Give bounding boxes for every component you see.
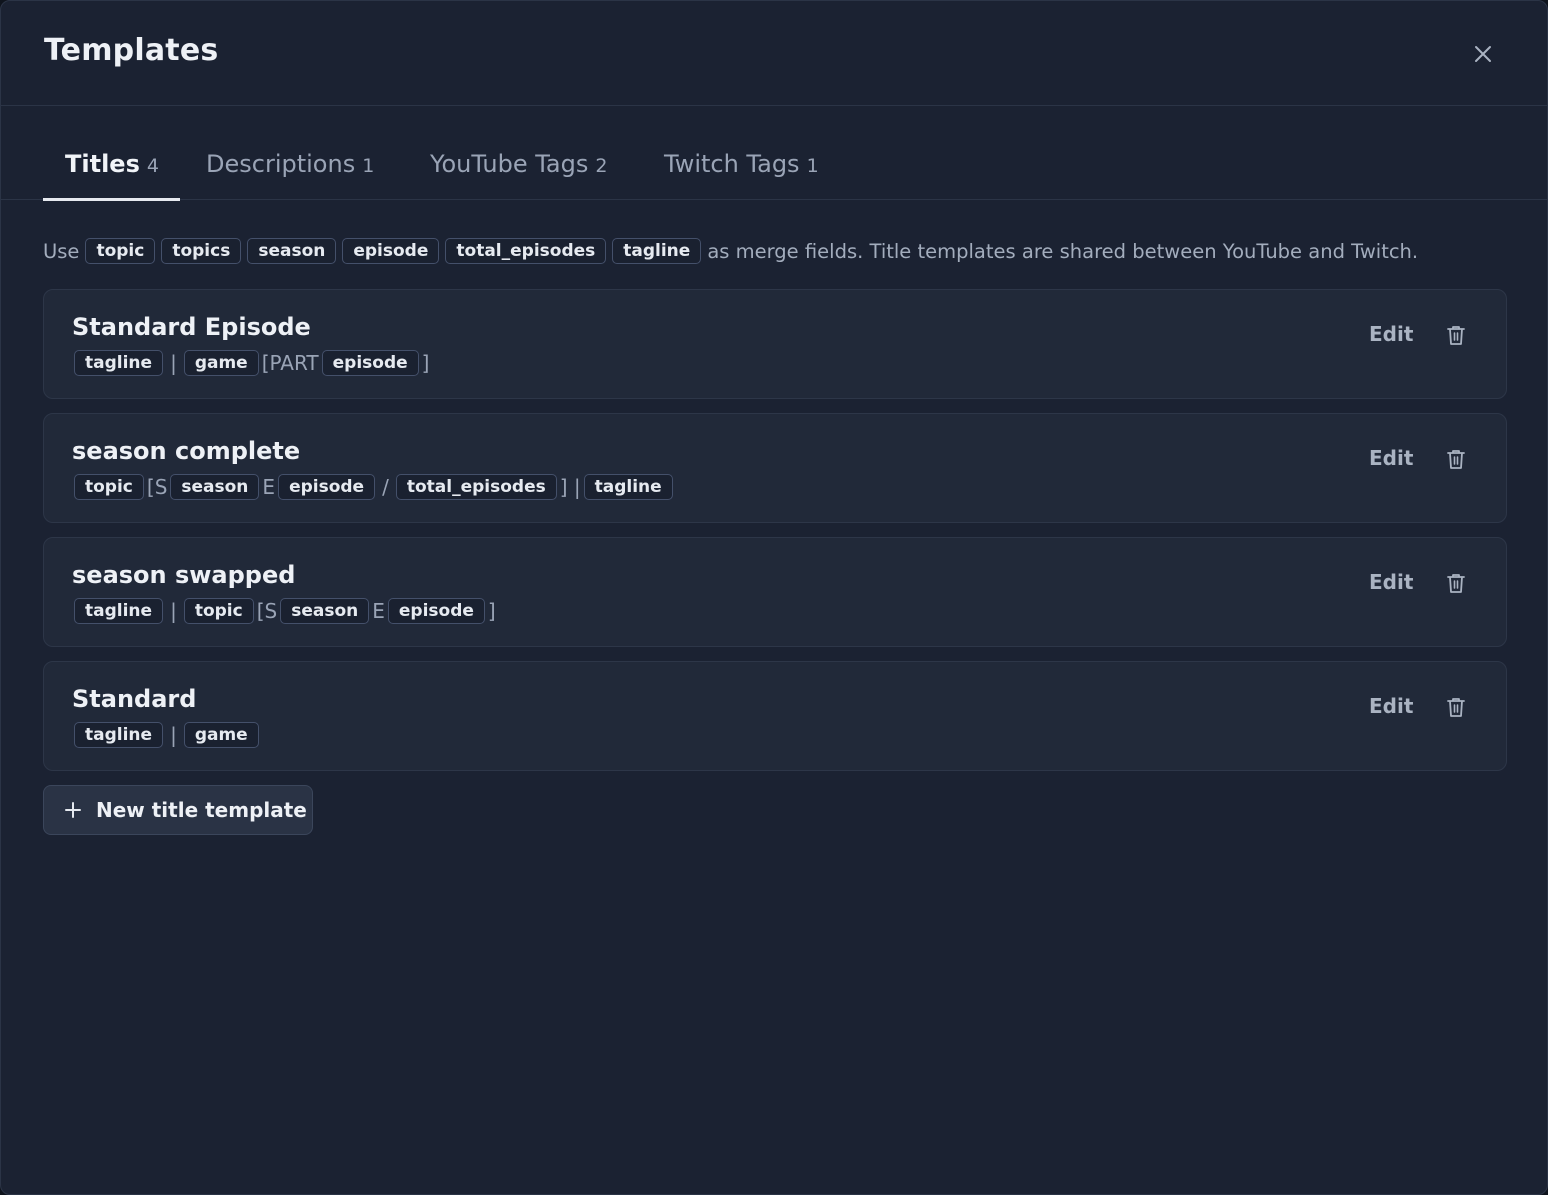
merge-fields-hint: Use topic topics season episode total_ep… — [43, 238, 1418, 264]
trash-icon — [1447, 326, 1465, 345]
tab-count: 1 — [806, 155, 819, 177]
merge-field-chip: topic — [183, 598, 254, 624]
close-icon — [1475, 46, 1491, 62]
template-card: Standard tagline | game Edit — [43, 661, 1507, 771]
literal-text: / — [382, 475, 389, 499]
merge-field-chip: episode — [387, 598, 485, 624]
merge-field-chip: tagline — [74, 598, 164, 624]
tab-count: 2 — [595, 155, 608, 177]
tab-label: YouTube Tags — [430, 150, 589, 178]
merge-field-chip: topic — [74, 474, 144, 500]
merge-field-chip: tagline — [583, 474, 673, 500]
tab-count: 4 — [146, 155, 159, 177]
merge-field-chip: total_episodes — [445, 238, 607, 264]
edit-button[interactable]: Edit — [1369, 322, 1413, 346]
tab-count: 1 — [362, 155, 375, 177]
template-pattern: tagline | topic [S season Eepisode] — [74, 598, 499, 624]
literal-text: | — [170, 723, 177, 747]
merge-field-chip: episode — [342, 238, 440, 264]
literal-text: [PART — [261, 351, 319, 375]
new-template-label: New title template — [96, 798, 307, 822]
tab-label: Titles — [65, 150, 140, 178]
merge-field-chip: season — [280, 598, 370, 624]
merge-field-chip: tagline — [74, 350, 164, 376]
merge-field-chip: tagline — [612, 238, 702, 264]
merge-field-chip: game — [183, 722, 259, 748]
merge-field-chip: total_episodes — [395, 474, 557, 500]
literal-text: E — [372, 599, 385, 623]
template-pattern: tagline | game [PART episode] — [74, 350, 432, 376]
hint-suffix: as merge fields. Title templates are sha… — [707, 239, 1419, 263]
trash-icon — [1447, 450, 1465, 469]
literal-text: ] — [421, 351, 430, 375]
merge-field-chip: topics — [161, 238, 242, 264]
tab-youtube-tags[interactable]: YouTube Tags 2 — [430, 150, 607, 200]
merge-field-chip: tagline — [74, 722, 164, 748]
template-name: Standard Episode — [72, 313, 311, 341]
tab-twitch-tags[interactable]: Twitch Tags 1 — [664, 150, 819, 200]
edit-button[interactable]: Edit — [1369, 570, 1413, 594]
close-button[interactable] — [1467, 38, 1499, 70]
literal-text: ] | — [559, 475, 581, 499]
template-name: Standard — [72, 685, 197, 713]
template-pattern: tagline | game — [74, 722, 259, 748]
modal-title: Templates — [44, 33, 219, 68]
trash-icon — [1447, 574, 1465, 593]
merge-field-chip: episode — [321, 350, 419, 376]
template-card: season complete topic [S season Eepisode / tot… — [43, 413, 1507, 523]
edit-button[interactable]: Edit — [1369, 446, 1413, 470]
literal-text: [S — [146, 475, 168, 499]
plus-icon — [65, 802, 81, 818]
template-name: season swapped — [72, 561, 296, 589]
template-pattern: topic [S season Eepisode / total_episodes] | t… — [74, 474, 673, 500]
new-title-template-button[interactable]: New title template — [43, 785, 313, 835]
merge-field-chip: season — [170, 474, 260, 500]
merge-field-chip: game — [183, 350, 259, 376]
merge-field-chip: season — [247, 238, 337, 264]
literal-text: ] — [487, 599, 496, 623]
delete-button[interactable] — [1444, 694, 1468, 720]
tab-descriptions[interactable]: Descriptions 1 — [206, 150, 374, 200]
trash-icon — [1447, 698, 1465, 717]
literal-text: | — [170, 599, 177, 623]
hint-prefix: Use — [43, 239, 80, 263]
delete-button[interactable] — [1444, 570, 1468, 596]
delete-button[interactable] — [1444, 322, 1468, 348]
tab-bar: Titles 4 Descriptions 1 YouTube Tags 2 Twit… — [1, 106, 1547, 201]
literal-text: | — [170, 351, 177, 375]
template-card: season swapped tagline | topic [S season Eepis… — [43, 537, 1507, 647]
tab-label: Descriptions — [206, 150, 356, 178]
merge-field-chip: episode — [278, 474, 376, 500]
tab-label: Twitch Tags — [664, 150, 800, 178]
edit-button[interactable]: Edit — [1369, 694, 1413, 718]
literal-text: [S — [256, 599, 278, 623]
template-card: Standard Episode tagline | game [PART episode… — [43, 289, 1507, 399]
merge-field-chip: topic — [85, 238, 156, 264]
tab-titles[interactable]: Titles 4 — [43, 150, 180, 201]
template-name: season complete — [72, 437, 301, 465]
delete-button[interactable] — [1444, 446, 1468, 472]
modal-header: Templates — [1, 1, 1547, 106]
literal-text: E — [262, 475, 276, 499]
template-list: Standard Episode tagline | game [PART episode… — [43, 289, 1507, 785]
templates-modal: Templates Titles 4 Descriptions 1 YouTube … — [0, 0, 1548, 1195]
